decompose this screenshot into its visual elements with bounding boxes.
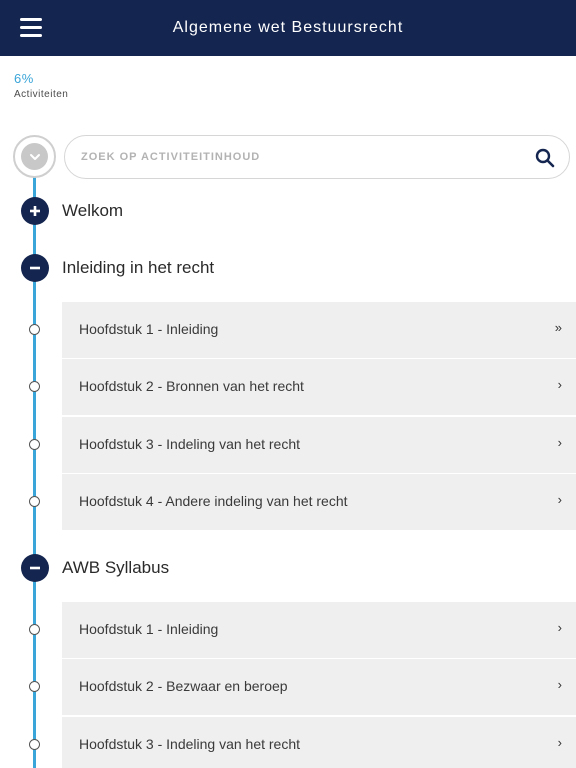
item-dot <box>29 496 40 507</box>
search-input[interactable] <box>81 136 501 178</box>
item-dot <box>29 624 40 635</box>
plus-icon <box>30 206 40 216</box>
list-item[interactable]: Hoofdstuk 2 - Bezwaar en beroep › <box>62 659 576 715</box>
progress-percent: 6% <box>14 71 34 86</box>
list-item[interactable]: Hoofdstuk 1 - Inleiding » <box>62 302 576 358</box>
list-item[interactable]: Hoofdstuk 1 - Inleiding › <box>62 602 576 658</box>
chevron-right-icon: › <box>557 620 562 635</box>
search-icon[interactable] <box>535 148 555 168</box>
app-header: Algemene wet Bestuursrecht <box>0 0 576 56</box>
list-item[interactable]: Hoofdstuk 4 - Andere indeling van het re… <box>62 474 576 530</box>
item-dot <box>29 439 40 450</box>
page-title: Algemene wet Bestuursrecht <box>172 19 404 36</box>
section-title-welkom[interactable]: Welkom <box>62 201 123 221</box>
list-item[interactable]: Hoofdstuk 2 - Bronnen van het recht › <box>62 359 576 415</box>
minus-icon <box>30 266 40 270</box>
list-item-label: Hoofdstuk 3 - Indeling van het recht <box>79 736 301 752</box>
chevron-down-icon <box>21 143 48 170</box>
chevron-right-icon: › <box>557 677 562 692</box>
item-dot <box>29 681 40 692</box>
list-item-label: Hoofdstuk 2 - Bronnen van het recht <box>79 378 304 394</box>
list-item-label: Hoofdstuk 1 - Inleiding <box>79 321 219 337</box>
chevron-right-icon: › <box>557 435 562 450</box>
list-item-label: Hoofdstuk 1 - Inleiding <box>79 621 219 637</box>
chevron-right-icon: › <box>557 377 562 392</box>
list-item[interactable]: Hoofdstuk 3 - Indeling van het recht › <box>62 717 576 768</box>
list-item-label: Hoofdstuk 2 - Bezwaar en beroep <box>79 678 288 694</box>
list-item-label: Hoofdstuk 3 - Indeling van het recht <box>79 436 301 452</box>
search-box <box>64 135 570 179</box>
collapse-section-button[interactable] <box>21 554 49 582</box>
collapse-section-button[interactable] <box>21 254 49 282</box>
item-dot <box>29 381 40 392</box>
item-dot <box>29 739 40 750</box>
minus-icon <box>30 566 40 570</box>
section-title-awb-syllabus[interactable]: AWB Syllabus <box>62 558 169 578</box>
expand-section-button[interactable] <box>21 197 49 225</box>
chevron-right-icon: » <box>554 320 562 335</box>
chevron-right-icon: › <box>557 735 562 750</box>
section-title-inleiding[interactable]: Inleiding in het recht <box>62 258 214 278</box>
list-item-label: Hoofdstuk 4 - Andere indeling van het re… <box>79 493 348 509</box>
item-dot <box>29 324 40 335</box>
progress-label: Activiteiten <box>14 89 69 100</box>
chevron-right-icon: › <box>557 492 562 507</box>
list-item[interactable]: Hoofdstuk 3 - Indeling van het recht › <box>62 417 576 473</box>
collapse-all-button[interactable] <box>13 135 56 178</box>
